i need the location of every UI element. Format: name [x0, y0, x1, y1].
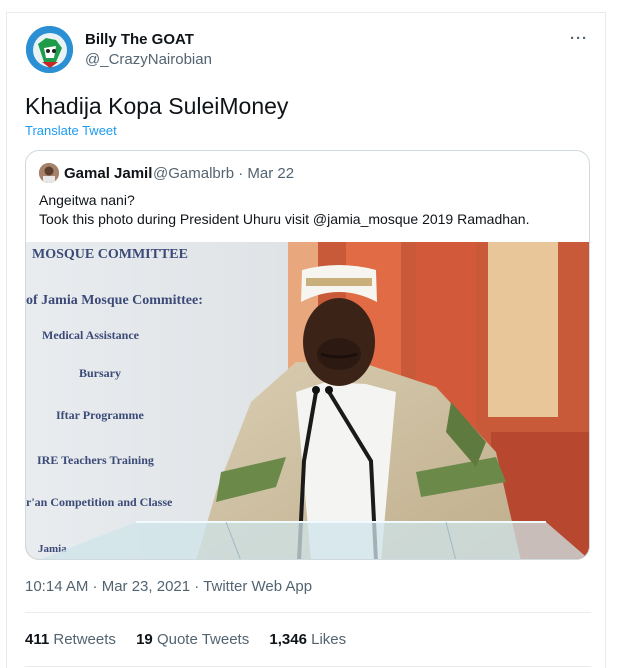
translate-tweet-link[interactable]: Translate Tweet	[25, 123, 117, 138]
quoted-text-line: Angeitwa nani?	[39, 192, 135, 208]
quote-tweets-stat[interactable]: 19 Quote Tweets	[136, 631, 249, 648]
tweet-text: Khadija Kopa SuleiMoney	[25, 93, 289, 119]
banner-text: Medical Assistance	[42, 328, 140, 342]
likes-label: Likes	[311, 631, 347, 648]
tweet-timestamp[interactable]: 10:14 AM · Mar 23, 2021 · Twitter Web Ap…	[25, 578, 312, 595]
divider	[25, 612, 591, 613]
retweets-count: 411	[25, 631, 50, 648]
banner-text: MOSQUE COMMITTEE	[32, 247, 188, 262]
likes-count: 1,346	[269, 631, 307, 648]
divider	[25, 666, 591, 667]
banner-text: Bursary	[79, 366, 121, 380]
retweets-stat[interactable]: 411 Retweets	[25, 631, 116, 648]
tweet-stats: 411 Retweets 19 Quote Tweets 1,346 Likes	[25, 631, 362, 648]
quote-tweets-count: 19	[136, 631, 153, 648]
quoted-photo[interactable]: MOSQUE COMMITTEE of Jamia Mosque Committ…	[26, 242, 589, 559]
likes-stat[interactable]: 1,346 Likes	[269, 631, 346, 648]
quoted-author-avatar[interactable]	[39, 163, 59, 183]
author-name[interactable]: Billy The GOAT	[85, 31, 194, 48]
banner-text: IRE Teachers Training	[37, 453, 154, 467]
retweets-label: Retweets	[53, 631, 116, 648]
banner-text: of Jamia Mosque Committee:	[26, 293, 203, 308]
quote-tweets-label: Quote Tweets	[156, 631, 250, 648]
quoted-tweet[interactable]: Gamal Jamil @Gamalbrb · Mar 22 Angeitwa …	[25, 150, 590, 560]
quoted-author-name[interactable]: Gamal Jamil	[64, 165, 152, 182]
author-handle[interactable]: @_CrazyNairobian	[85, 51, 212, 68]
more-options-icon[interactable]: ···	[570, 30, 588, 47]
quoted-author-meta[interactable]: @Gamalbrb · Mar 22	[153, 165, 294, 182]
author-avatar[interactable]	[26, 26, 73, 73]
quoted-text-line: Took this photo during President Uhuru v…	[39, 211, 530, 227]
banner-text: r'an Competition and Classe	[26, 495, 173, 509]
banner-text: Iftar Programme	[56, 408, 145, 422]
